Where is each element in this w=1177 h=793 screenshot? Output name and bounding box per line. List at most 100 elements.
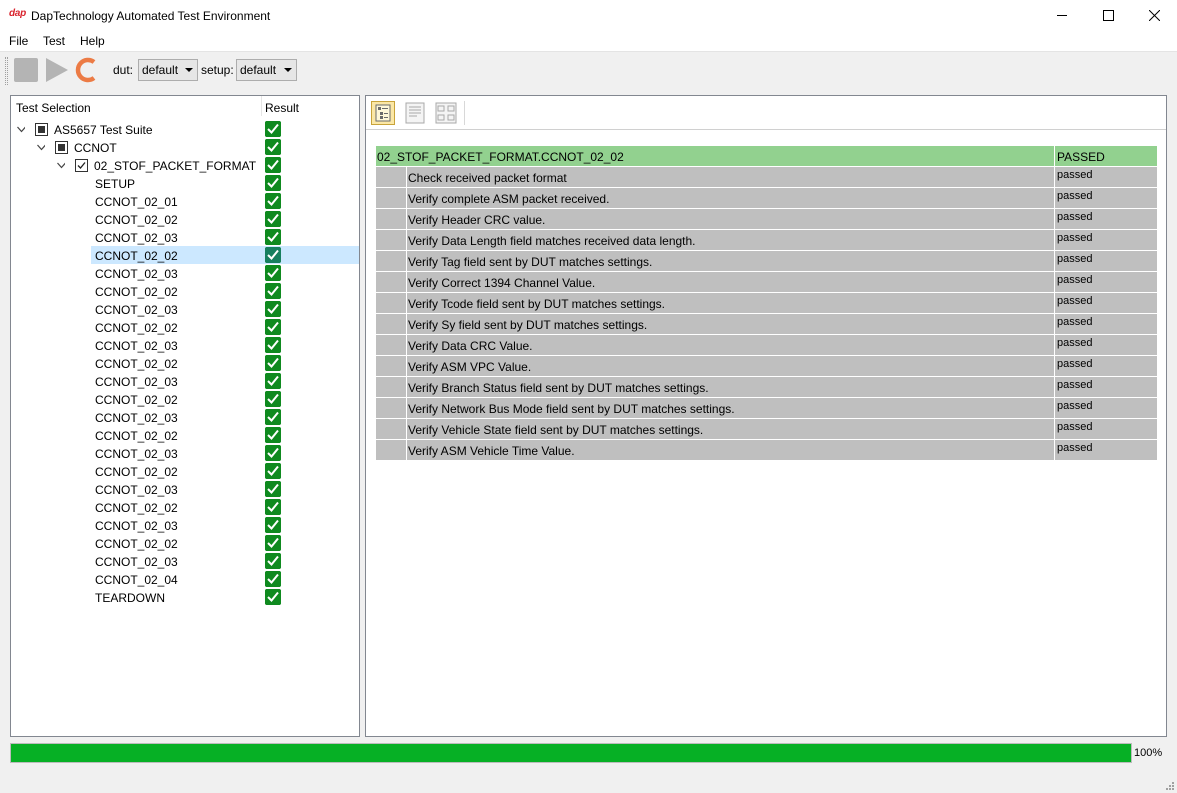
tree-row[interactable]: SETUP [11,174,359,192]
setup-select[interactable]: default [236,59,297,81]
menu-test[interactable]: Test [43,34,65,48]
check-icon [265,571,281,587]
log-view-icon [405,102,425,124]
result-row[interactable]: Verify Data Length field matches receive… [376,230,1157,250]
tree-row-label: CCNOT_02_03 [95,231,178,245]
result-row[interactable]: Verify Data CRC Value. passed [376,335,1157,355]
result-row[interactable]: Verify Branch Status field sent by DUT m… [376,377,1157,397]
check-icon [265,193,281,209]
tree-row[interactable]: CCNOT_02_02 [11,282,359,300]
progress-label: 100% [1134,747,1163,759]
tree-row[interactable]: CCNOT_02_03 [11,372,359,390]
tree-row-selected[interactable]: CCNOT_02_02 [11,246,359,264]
tree-row[interactable]: CCNOT_02_03 [11,480,359,498]
result-row-indent [376,377,406,397]
chevron-down-icon[interactable] [57,161,65,169]
minimize-button[interactable] [1039,0,1085,31]
menu-help[interactable]: Help [80,34,105,48]
result-step-name: Check received packet format [407,167,1054,187]
tree-row-label: 02_STOF_PACKET_FORMAT [94,159,257,173]
tree-row[interactable]: CCNOT_02_01 [11,192,359,210]
tree-row[interactable]: CCNOT_02_02 [11,498,359,516]
tree-row[interactable]: CCNOT_02_03 [11,264,359,282]
close-button[interactable] [1131,0,1177,31]
tree-row[interactable]: CCNOT_02_02 [11,534,359,552]
check-icon [265,121,281,137]
result-row[interactable]: Verify ASM VPC Value. passed [376,356,1157,376]
check-icon [265,463,281,479]
result-step-status: passed [1055,335,1157,355]
tree-row[interactable]: CCNOT_02_03 [11,336,359,354]
tree-row[interactable]: CCNOT_02_04 [11,570,359,588]
results-header-row[interactable]: 02_STOF_PACKET_FORMAT.CCNOT_02_02 PASSED [376,146,1157,166]
check-icon [265,337,281,353]
chevron-down-icon[interactable] [17,125,25,133]
result-row[interactable]: Verify Network Bus Mode field sent by DU… [376,398,1157,418]
tree-row[interactable]: CCNOT_02_02 [11,318,359,336]
tree-checkbox[interactable] [75,159,88,172]
result-row[interactable]: Verify Sy field sent by DUT matches sett… [376,314,1157,334]
tree-row[interactable]: CCNOT_02_03 [11,444,359,462]
tree-row[interactable]: CCNOT_02_03 [11,552,359,570]
tree-row[interactable]: CCNOT_02_02 [11,210,359,228]
stop-button[interactable] [13,57,39,83]
check-icon [265,589,281,605]
resize-grip-icon[interactable] [1165,781,1175,791]
tree-row[interactable]: 02_STOF_PACKET_FORMAT [11,156,359,174]
tree-checkbox[interactable] [55,141,68,154]
tree-row[interactable]: TEARDOWN [11,588,359,606]
result-row[interactable]: Verify complete ASM packet received. pass… [376,188,1157,208]
result-row-indent [376,230,406,250]
column-header-test-selection[interactable]: Test Selection [16,101,91,115]
reload-button[interactable] [74,56,100,84]
result-row[interactable]: Check received packet format passed [376,167,1157,187]
tree-row-label: CCNOT_02_03 [95,483,178,497]
tree-row[interactable]: CCNOT_02_02 [11,354,359,372]
chevron-down-icon[interactable] [37,143,45,151]
tree-row[interactable]: CCNOT_02_03 [11,408,359,426]
result-step-name: Verify Vehicle State field sent by DUT m… [407,419,1054,439]
tree-row[interactable]: CCNOT [11,138,359,156]
result-row[interactable]: Verify Tag field sent by DUT matches set… [376,251,1157,271]
result-step-status: passed [1055,377,1157,397]
column-divider[interactable] [261,96,262,116]
checkmark-icon [77,162,86,169]
column-header-result[interactable]: Result [265,101,299,115]
tree-row[interactable]: CCNOT_02_02 [11,390,359,408]
tree-row[interactable]: CCNOT_02_03 [11,516,359,534]
tree-row[interactable]: CCNOT_02_03 [11,228,359,246]
result-row[interactable]: Verify Correct 1394 Channel Value. passed [376,272,1157,292]
view-tree-button[interactable] [371,101,395,125]
result-row[interactable]: Verify Vehicle State field sent by DUT m… [376,419,1157,439]
check-icon [265,373,281,389]
view-diff-button[interactable] [434,101,458,125]
maximize-button[interactable] [1085,0,1131,31]
tree-view-icon [375,104,391,122]
tree-row-label: SETUP [95,177,136,191]
result-row[interactable]: Verify Header CRC value. passed [376,209,1157,229]
result-row[interactable]: Verify Tcode field sent by DUT matches s… [376,293,1157,313]
result-step-name: Verify ASM VPC Value. [407,356,1054,376]
progress-fill [11,744,1131,762]
menu-file[interactable]: File [9,34,28,48]
tree-checkbox[interactable] [35,123,48,136]
toolbar-grip[interactable] [5,57,8,85]
tree-row-label: CCNOT_02_02 [95,465,178,479]
chevron-down-icon [284,68,292,72]
check-icon [265,139,281,155]
result-step-name: Verify Data CRC Value. [407,335,1054,355]
tree-row-label: CCNOT_02_03 [95,267,178,281]
result-step-status: passed [1055,272,1157,292]
run-button[interactable] [43,57,69,83]
tree-row[interactable]: CCNOT_02_02 [11,426,359,444]
tree-row[interactable]: AS5657 Test Suite [11,120,359,138]
tree-row[interactable]: CCNOT_02_03 [11,300,359,318]
dut-select[interactable]: default [138,59,198,81]
dut-select-value: default [142,63,179,77]
tree-header: Test Selection Result [11,96,359,116]
view-log-button[interactable] [403,101,427,125]
result-row[interactable]: Verify ASM Vehicle Time Value. passed [376,440,1157,460]
tree-row[interactable]: CCNOT_02_02 [11,462,359,480]
check-icon [265,301,281,317]
check-icon [265,247,281,263]
